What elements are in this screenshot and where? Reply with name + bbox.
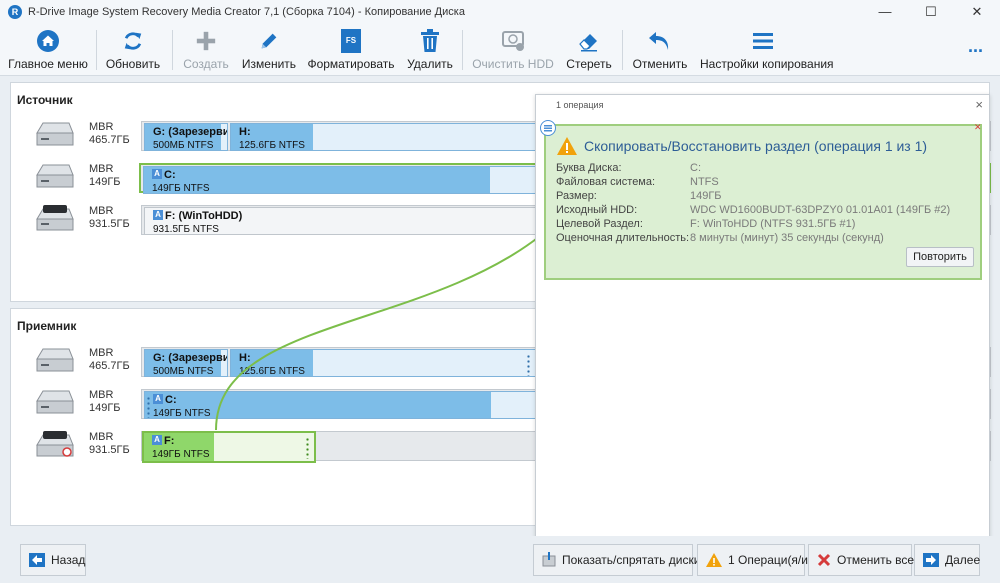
bottom-bar: Назад Показать/спрятать диски 1 Операци(…	[0, 536, 1000, 583]
op-row-filesystem: Файловая система: NTFS	[556, 176, 719, 188]
op-row-size: Размер: 149ГБ	[556, 190, 722, 202]
popup-title: 1 операция	[556, 100, 604, 110]
warning-icon	[557, 137, 577, 155]
show-hide-disks-button[interactable]: Показать/спрятать диски	[533, 544, 700, 576]
arrow-right-icon	[923, 553, 939, 567]
warning-icon	[706, 553, 722, 567]
operations-button[interactable]: 1 Операци(я/и)	[697, 544, 812, 576]
op-row-duration: Оценочная длительность:8 минуты (минут) …	[556, 232, 884, 244]
disk-pin-icon	[542, 552, 556, 567]
op-row-drive-letter: Буква Диска: C:	[556, 162, 701, 174]
popup-close-button[interactable]: ×	[975, 97, 983, 112]
back-button[interactable]: Назад	[20, 544, 86, 576]
operation-heading: Скопировать/Восстановить раздел (операци…	[584, 138, 928, 154]
next-button[interactable]: Далее	[914, 544, 980, 576]
cancel-icon	[817, 553, 831, 567]
op-row-source-hdd: Исходный HDD: WDC WD1600BUDT-63DPZY0 01.0…	[556, 204, 951, 216]
remove-operation-icon[interactable]: ✕	[974, 123, 982, 132]
arrow-left-icon	[29, 553, 45, 567]
op-row-target-partition: Целевой Раздел: F: WinToHDD (NTFS 931.5ГБ…	[556, 218, 856, 230]
cancel-all-button[interactable]: Отменить все	[808, 544, 914, 576]
operation-card[interactable]: ✕ Скопировать/Восстановить раздел (опера…	[540, 120, 982, 280]
operations-popup: 1 операция × ✕ Скопировать/Восстановить …	[535, 94, 990, 546]
menu-icon[interactable]	[540, 120, 556, 136]
repeat-button[interactable]: Повторить	[906, 247, 974, 267]
